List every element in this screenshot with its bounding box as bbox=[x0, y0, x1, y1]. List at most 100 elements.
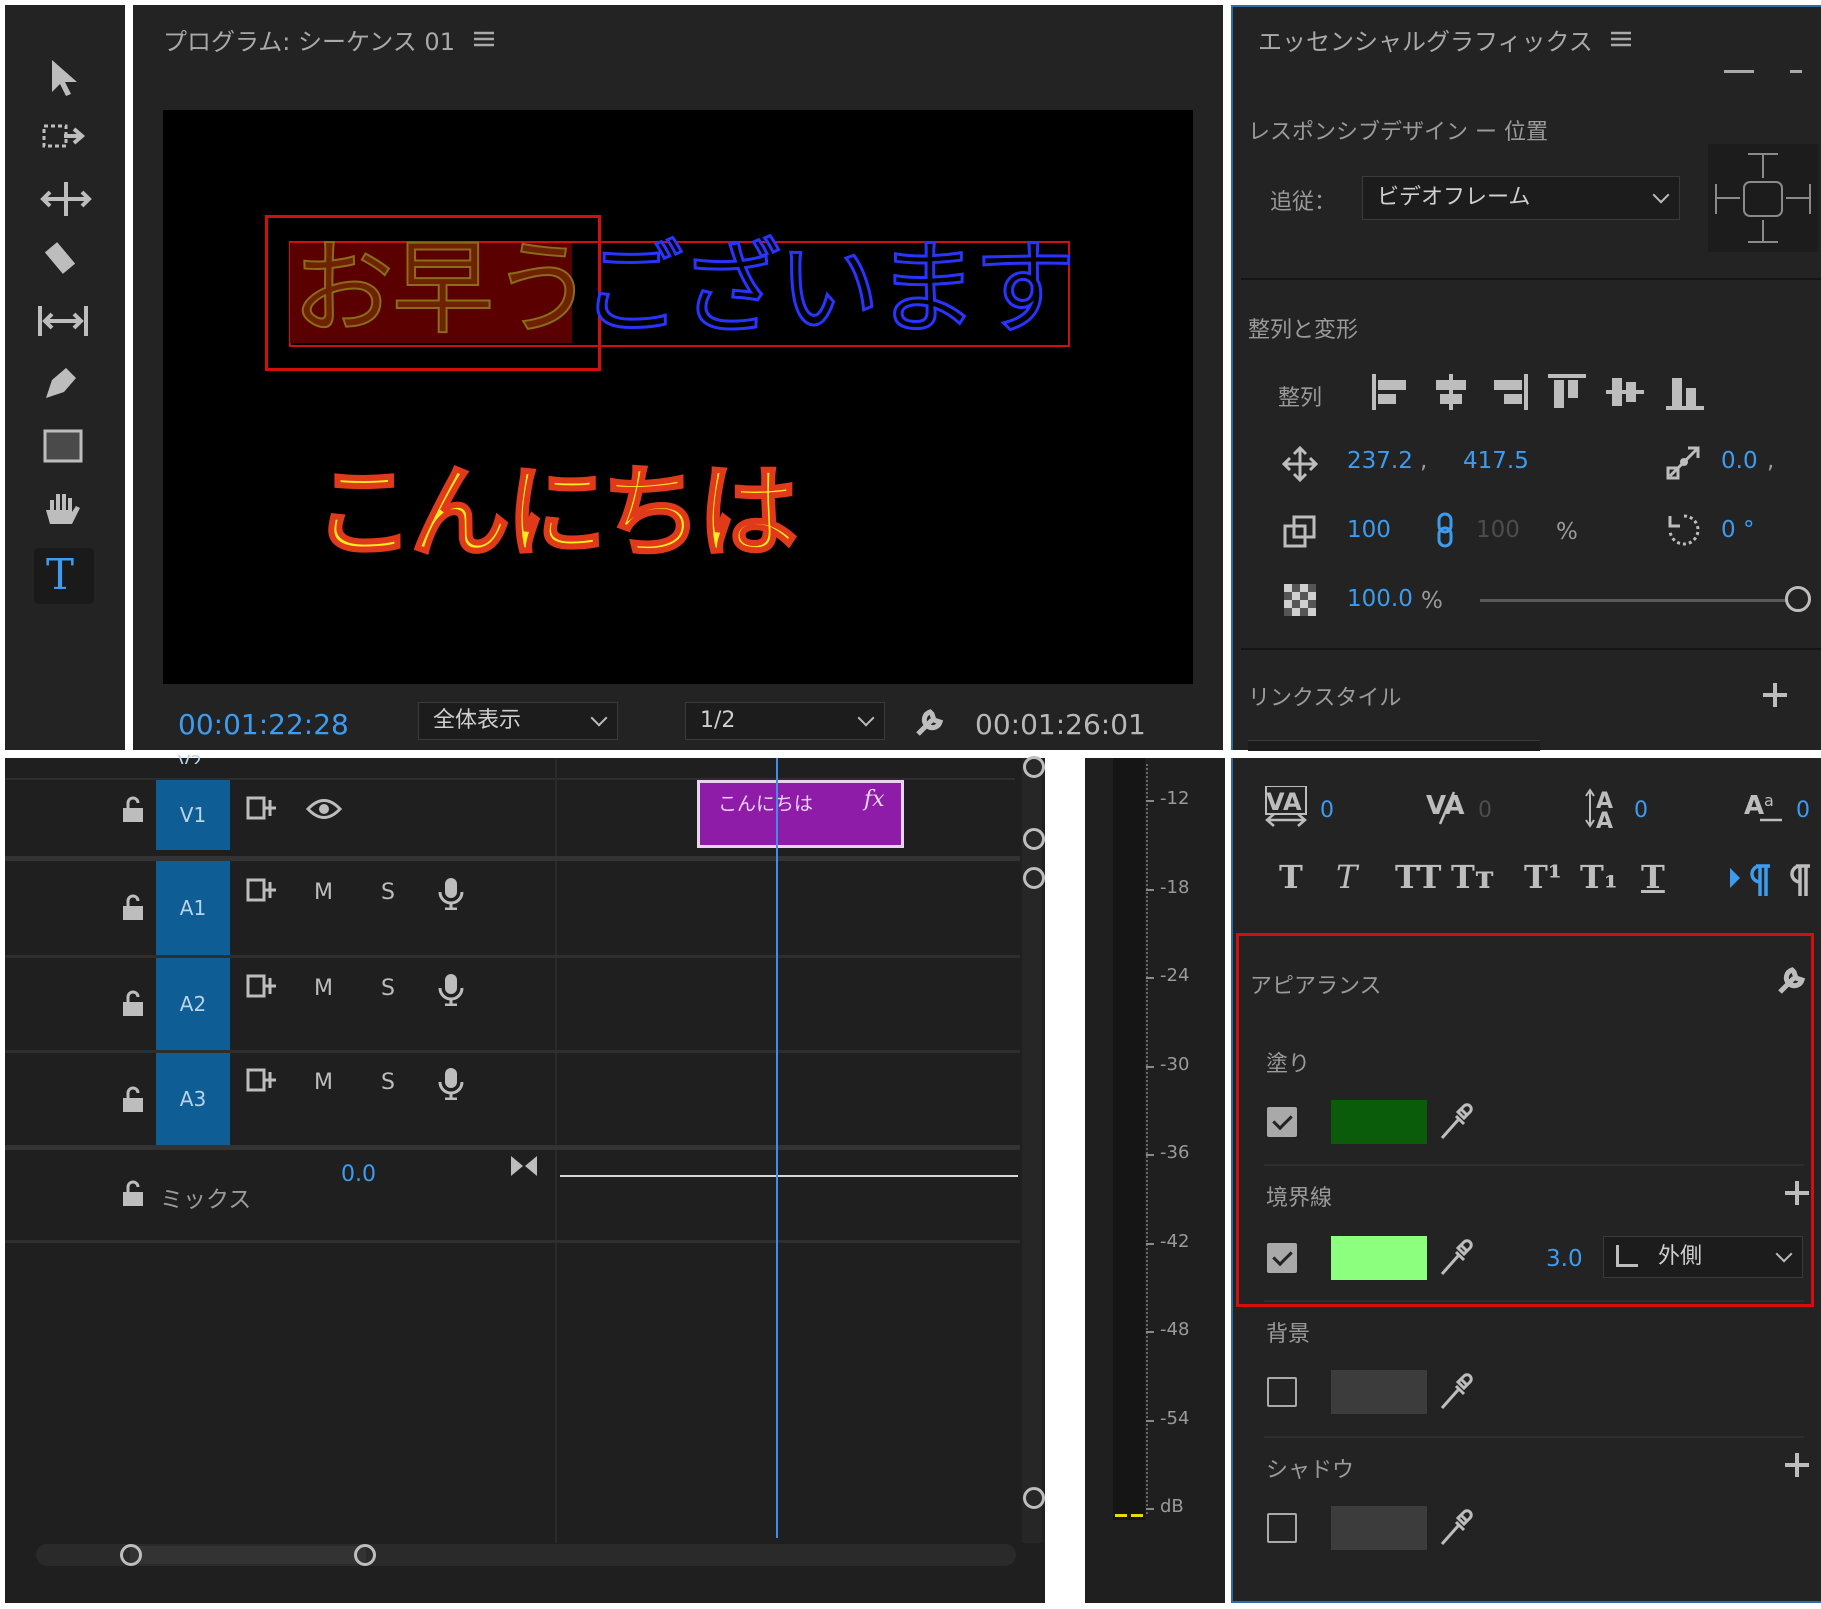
h-scroll-handle[interactable] bbox=[120, 1544, 142, 1566]
opacity-value[interactable]: 100.0 bbox=[1347, 586, 1413, 612]
lock-icon[interactable] bbox=[120, 796, 146, 828]
eyedropper-icon[interactable] bbox=[1438, 1102, 1474, 1146]
wrench-icon[interactable] bbox=[912, 702, 952, 746]
current-timecode[interactable]: 00:01:22:28 bbox=[178, 708, 349, 741]
program-menu-icon[interactable] bbox=[473, 30, 495, 52]
subscript-button[interactable]: T₁ bbox=[1580, 858, 1618, 896]
canvas-subtitle[interactable]: こんにちは bbox=[313, 454, 800, 572]
style-dropdown-edge[interactable] bbox=[1248, 740, 1540, 751]
eg-menu-icon[interactable] bbox=[1610, 30, 1632, 52]
baseline-shift-value[interactable]: 0 bbox=[1634, 798, 1648, 823]
anchor-value[interactable]: 0.0 bbox=[1721, 448, 1758, 474]
rectangle-tool-icon[interactable] bbox=[42, 428, 86, 472]
mute-button[interactable]: M bbox=[314, 976, 333, 1001]
canvas-title-part1[interactable]: お早う bbox=[291, 231, 595, 348]
align-top-icon[interactable] bbox=[1546, 372, 1588, 416]
stroke-type-dropdown[interactable]: 外側 bbox=[1603, 1236, 1803, 1278]
sync-lock-icon[interactable] bbox=[246, 794, 278, 826]
razor-tool-icon[interactable] bbox=[42, 240, 82, 284]
track-header-a3[interactable]: A3 bbox=[156, 1053, 230, 1145]
microphone-icon[interactable] bbox=[437, 876, 465, 914]
mix-bowtie-icon[interactable] bbox=[509, 1154, 539, 1182]
add-shadow-icon[interactable] bbox=[1782, 1450, 1812, 1484]
mix-value[interactable]: 0.0 bbox=[341, 1162, 376, 1187]
align-left-icon[interactable] bbox=[1370, 372, 1412, 416]
tracking-icon[interactable]: VA bbox=[1424, 786, 1470, 834]
eyedropper-icon[interactable] bbox=[1438, 1372, 1474, 1416]
minimize-icon-2[interactable] bbox=[1790, 70, 1802, 73]
ripple-edit-tool-icon[interactable] bbox=[40, 180, 94, 224]
type-tool-button[interactable]: T bbox=[34, 548, 94, 604]
scroll-handle[interactable] bbox=[1023, 867, 1045, 889]
solo-button[interactable]: S bbox=[381, 976, 395, 1001]
video-canvas[interactable] bbox=[163, 110, 1193, 684]
appearance-wrench-icon[interactable] bbox=[1776, 960, 1812, 1000]
position-y-value[interactable]: 417.5 bbox=[1463, 448, 1529, 474]
small-caps-button[interactable]: Tт bbox=[1451, 858, 1495, 896]
stroke-checkbox[interactable] bbox=[1267, 1243, 1297, 1273]
h-scroll-thumb[interactable] bbox=[130, 1546, 366, 1564]
opacity-slider-handle[interactable] bbox=[1785, 586, 1811, 612]
opacity-slider-track[interactable] bbox=[1480, 599, 1798, 602]
eye-icon[interactable] bbox=[305, 796, 343, 826]
fill-checkbox[interactable] bbox=[1267, 1107, 1297, 1137]
all-caps-button[interactable]: TT bbox=[1395, 858, 1441, 896]
track-header-a2[interactable]: A2 bbox=[156, 958, 230, 1050]
lock-icon[interactable] bbox=[120, 990, 146, 1022]
faux-italic-button[interactable]: T bbox=[1336, 858, 1357, 896]
align-center-h-icon[interactable] bbox=[1430, 372, 1472, 416]
title-clip[interactable]: こんにちは fx bbox=[697, 780, 904, 848]
solo-button[interactable]: S bbox=[381, 1070, 395, 1095]
chain-link-icon[interactable] bbox=[1434, 512, 1458, 552]
align-right-icon[interactable] bbox=[1488, 372, 1530, 416]
add-style-icon[interactable] bbox=[1760, 680, 1790, 714]
baseline-shift-icon[interactable]: AA bbox=[1584, 784, 1630, 834]
lock-icon[interactable] bbox=[120, 894, 146, 926]
scroll-handle[interactable] bbox=[1023, 1487, 1045, 1509]
stroke-width-value[interactable]: 3.0 bbox=[1546, 1246, 1583, 1272]
scroll-handle[interactable] bbox=[1023, 828, 1045, 850]
microphone-icon[interactable] bbox=[437, 972, 465, 1010]
scroll-handle[interactable] bbox=[1023, 756, 1045, 778]
kerning-value[interactable]: 0 bbox=[1320, 798, 1334, 823]
solo-button[interactable]: S bbox=[381, 880, 395, 905]
sync-lock-icon[interactable] bbox=[246, 972, 278, 1004]
shadow-color-swatch[interactable] bbox=[1331, 1506, 1427, 1550]
track-header-v1[interactable]: V1 bbox=[156, 780, 230, 850]
sync-lock-icon[interactable] bbox=[246, 876, 278, 908]
playhead[interactable] bbox=[776, 758, 778, 1538]
follow-dropdown[interactable]: ビデオフレーム bbox=[1362, 176, 1680, 220]
pin-widget[interactable] bbox=[1708, 144, 1818, 252]
faux-bold-button[interactable]: T bbox=[1279, 858, 1303, 896]
mute-button[interactable]: M bbox=[314, 880, 333, 905]
canvas-title-part2[interactable]: ございます bbox=[581, 231, 1078, 349]
fill-color-swatch[interactable] bbox=[1331, 1100, 1427, 1144]
scale-value[interactable]: 100 bbox=[1347, 517, 1391, 543]
underline-button[interactable]: T bbox=[1641, 858, 1665, 896]
slip-tool-icon[interactable] bbox=[36, 302, 92, 346]
lock-icon[interactable] bbox=[120, 1180, 146, 1212]
hand-tool-icon[interactable] bbox=[42, 488, 86, 536]
position-x-value[interactable]: 237.2 bbox=[1347, 448, 1413, 474]
stroke-color-swatch[interactable] bbox=[1331, 1236, 1427, 1280]
superscript-button[interactable]: T¹ bbox=[1524, 858, 1562, 896]
eyedropper-icon[interactable] bbox=[1438, 1508, 1474, 1552]
background-color-swatch[interactable] bbox=[1331, 1370, 1427, 1414]
align-bottom-icon[interactable] bbox=[1664, 372, 1706, 416]
track-header-a1[interactable]: A1 bbox=[156, 861, 230, 955]
track-select-tool-icon[interactable] bbox=[40, 120, 94, 164]
minimize-icon[interactable] bbox=[1724, 70, 1754, 73]
microphone-icon[interactable] bbox=[437, 1066, 465, 1104]
mute-button[interactable]: M bbox=[314, 1070, 333, 1095]
resolution-dropdown[interactable]: 1/2 bbox=[685, 702, 885, 740]
pen-tool-icon[interactable] bbox=[42, 362, 82, 406]
selection-tool-icon[interactable] bbox=[48, 58, 84, 102]
kerning-icon[interactable]: VA bbox=[1264, 785, 1310, 834]
h-scroll-handle[interactable] bbox=[354, 1544, 376, 1566]
rtl-direction-icon[interactable] bbox=[1788, 862, 1818, 902]
add-stroke-icon[interactable] bbox=[1782, 1178, 1812, 1212]
rotation-value[interactable]: 0 ° bbox=[1721, 517, 1754, 543]
shadow-checkbox[interactable] bbox=[1267, 1513, 1297, 1543]
background-checkbox[interactable] bbox=[1267, 1377, 1297, 1407]
sync-lock-icon[interactable] bbox=[246, 1066, 278, 1098]
